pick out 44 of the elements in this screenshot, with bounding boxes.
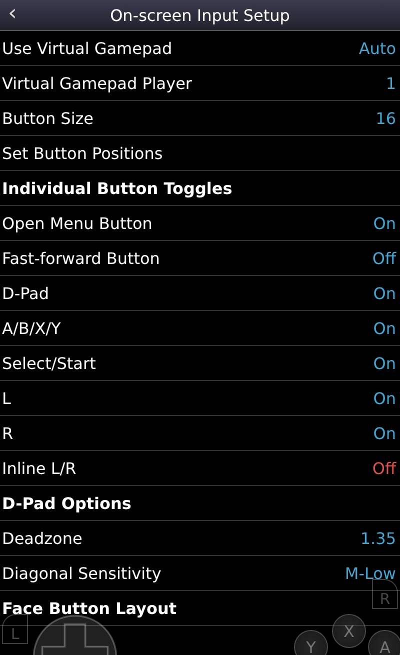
setting-row[interactable]: R On [0,416,400,451]
setting-value: 16 [376,108,397,128]
setting-value: On [373,388,397,408]
setting-label: Use Virtual Gamepad [2,38,172,58]
setting-row[interactable]: Button Size 16 [0,101,400,136]
setting-row[interactable]: L On [0,381,400,416]
section-header: D-Pad Options [2,494,132,512]
setting-label: Button Size [2,108,94,128]
setting-row[interactable]: Set Button Positions [0,136,400,171]
setting-value: Off [372,458,398,478]
setting-value: 1 [386,74,397,92]
setting-value: On [373,354,397,372]
setting-label: Deadzone [2,528,82,548]
setting-row[interactable]: D-Pad On [0,276,400,311]
setting-label: Inline L/R [2,458,76,478]
setting-label: Fast-forward Button [2,248,160,268]
setting-value: On [373,214,397,232]
setting-value: On [373,424,397,442]
setting-row[interactable]: Fast-forward Button Off [0,241,400,276]
setting-value: On [373,318,397,338]
setting-label: Set Button Positions [2,144,163,162]
setting-value: Auto [358,38,397,58]
setting-label: Virtual Gamepad Player [2,74,192,92]
setting-label: D-Pad [2,284,49,302]
setting-label: R [2,424,14,442]
setting-label: L [2,388,11,408]
setting-row[interactable]: Diagonal Sensitivity M-Low [0,556,400,591]
setting-label: Select/Start [2,354,96,372]
setting-row[interactable]: Deadzone 1.35 [0,521,400,556]
setting-value: On [373,284,397,302]
back-button[interactable]: ‹ [4,2,21,26]
setting-row[interactable]: Use Virtual Gamepad Auto [0,31,400,66]
setting-label: Diagonal Sensitivity [2,564,162,582]
setting-row[interactable]: Select/Start On [0,346,400,381]
setting-value: Off [372,248,398,268]
setting-row[interactable]: Open Menu Button On [0,206,400,241]
setting-row[interactable]: Virtual Gamepad Player 1 [0,66,400,101]
section-header: Individual Button Toggles [2,178,232,198]
setting-row[interactable]: Inline L/R Off [0,451,400,486]
setting-label: A/B/X/Y [2,318,61,338]
setting-label: Open Menu Button [2,214,152,232]
setting-value: 1.35 [360,528,397,548]
setting-row[interactable]: A/B/X/Y On [0,311,400,346]
screen-title: On-screen Input Setup [110,6,290,24]
